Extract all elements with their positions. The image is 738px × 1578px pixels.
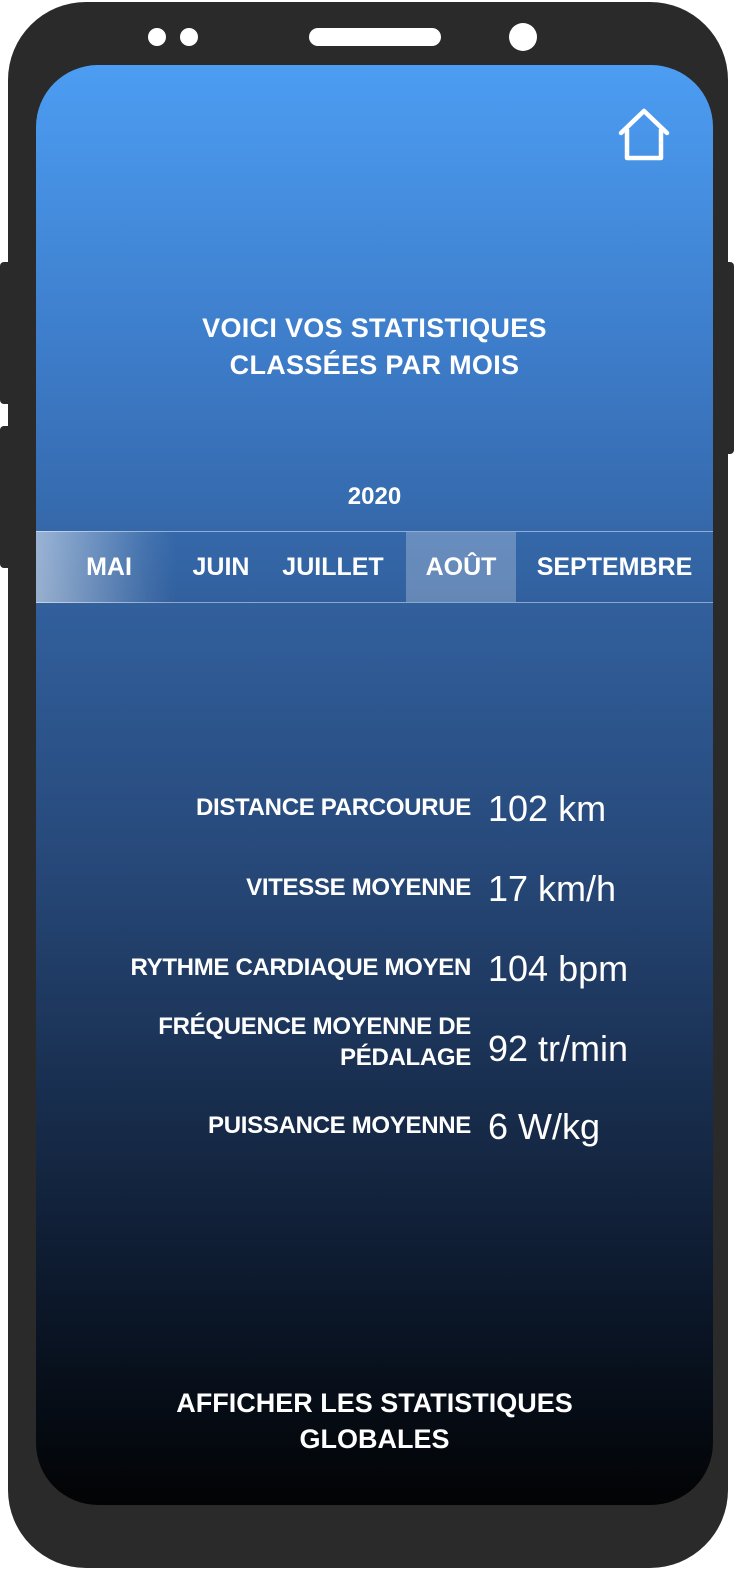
stat-value: 17 km/h bbox=[488, 868, 617, 909]
stat-label-line: RYTHME CARDIAQUE MOYEN bbox=[130, 954, 471, 981]
page-title: VOICI VOS STATISTIQUES CLASSÉES PAR MOIS bbox=[36, 310, 713, 384]
stat-label-line: PUISSANCE MOYENNE bbox=[208, 1112, 471, 1139]
stat-label: RYTHME CARDIAQUE MOYEN bbox=[51, 952, 471, 983]
home-icon bbox=[618, 108, 670, 161]
speaker-grille bbox=[309, 28, 441, 46]
year-label: 2020 bbox=[347, 483, 402, 510]
stat-value: 102 km bbox=[488, 788, 607, 829]
show-global-stats-button[interactable]: AFFICHER LES STATISTIQUES GLOBALES bbox=[36, 1385, 713, 1457]
home-button[interactable] bbox=[615, 105, 673, 163]
stat-label: DISTANCE PARCOURUE bbox=[51, 792, 471, 823]
stat-row-cadence: FRÉQUENCE MOYENNE DE PÉDALAGE 92 tr/min bbox=[36, 1011, 713, 1071]
page-title-line: VOICI VOS STATISTIQUES bbox=[202, 313, 547, 343]
stat-label-line: PÉDALAGE bbox=[340, 1044, 471, 1071]
stat-row-power: PUISSANCE MOYENNE 6 W/kg bbox=[36, 1105, 713, 1165]
app-screen: VOICI VOS STATISTIQUES CLASSÉES PAR MOIS… bbox=[36, 65, 713, 1505]
stat-row-heart-rate: RYTHME CARDIAQUE MOYEN 104 bpm bbox=[36, 947, 713, 1007]
month-selector[interactable]: MAI JUIN JUILLET AOÛT SEPTEMBRE bbox=[36, 531, 713, 603]
stat-row-speed: VITESSE MOYENNE 17 km/h bbox=[36, 867, 713, 927]
stat-value: 6 W/kg bbox=[488, 1106, 601, 1147]
sensor-dot bbox=[148, 28, 166, 46]
stat-label-line: FRÉQUENCE MOYENNE DE bbox=[158, 1013, 471, 1040]
volume-up-button bbox=[0, 262, 14, 404]
stat-value: 104 bpm bbox=[488, 948, 629, 989]
stat-value: 92 tr/min bbox=[488, 1028, 629, 1069]
month-tab-septembre[interactable]: SEPTEMBRE bbox=[516, 532, 713, 602]
footer-line: AFFICHER LES STATISTIQUES bbox=[176, 1388, 573, 1418]
page-title-line: CLASSÉES PAR MOIS bbox=[229, 350, 520, 380]
front-camera bbox=[509, 23, 537, 51]
stat-label-line: VITESSE MOYENNE bbox=[246, 874, 471, 901]
month-tab-aout[interactable]: AOÛT bbox=[406, 532, 516, 602]
phone-frame: VOICI VOS STATISTIQUES CLASSÉES PAR MOIS… bbox=[8, 2, 728, 1568]
stat-label: PUISSANCE MOYENNE bbox=[51, 1110, 471, 1141]
month-tab-juin[interactable]: JUIN bbox=[182, 532, 260, 602]
stat-label-line: DISTANCE PARCOURUE bbox=[195, 794, 471, 821]
month-tab-juillet[interactable]: JUILLET bbox=[260, 532, 406, 602]
volume-down-button bbox=[0, 426, 14, 568]
stat-row-distance: DISTANCE PARCOURUE 102 km bbox=[36, 787, 713, 847]
power-button bbox=[722, 262, 734, 454]
month-tab-mai[interactable]: MAI bbox=[36, 532, 182, 602]
stat-label: VITESSE MOYENNE bbox=[51, 872, 471, 903]
sensor-dot bbox=[180, 28, 198, 46]
stat-label: FRÉQUENCE MOYENNE DE PÉDALAGE bbox=[51, 1011, 471, 1073]
footer-line: GLOBALES bbox=[299, 1424, 450, 1454]
